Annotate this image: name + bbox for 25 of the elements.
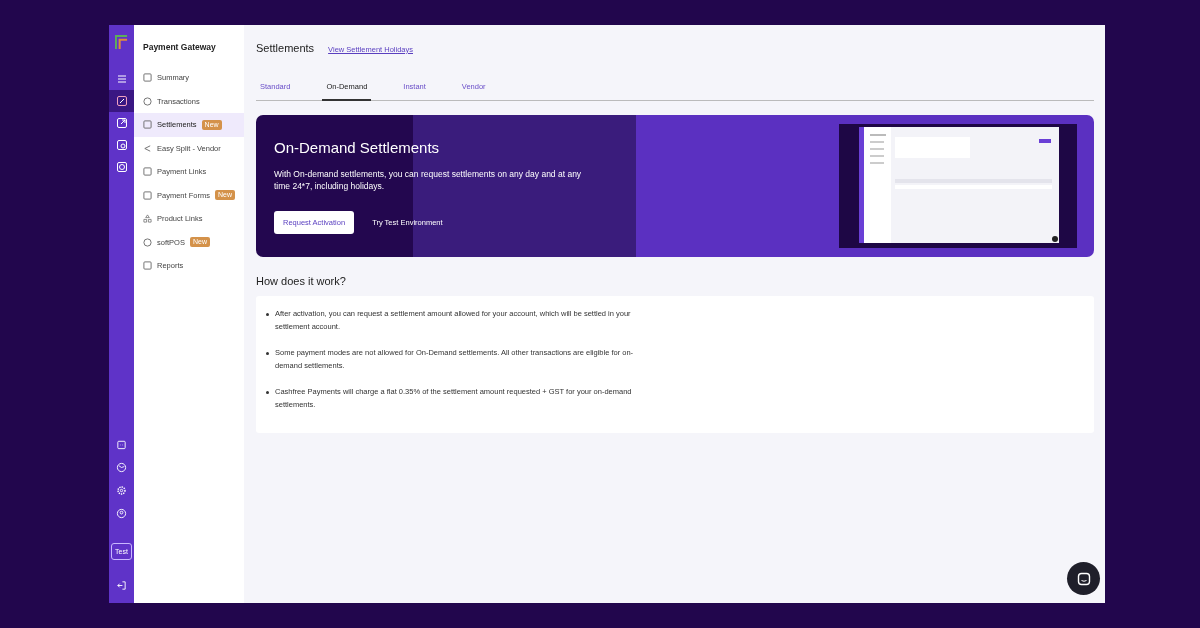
bullet-icon [266,352,269,355]
menu-item-icon [143,261,152,271]
bullet-icon [266,313,269,316]
chat-icon [1076,571,1091,586]
banner-text: With On-demand settlements, you can request settlements on any day and at any time 24*7, including holidays. [274,167,583,193]
nav-icon[interactable] [109,90,134,112]
menu-item-icon [143,214,152,224]
robot-icon[interactable] [116,439,127,450]
chat-button[interactable] [1067,562,1100,595]
sidebar-title: Payment Gateway [142,42,217,54]
menu-item-icon [143,143,152,153]
page-title: Settlements [256,42,315,54]
settings-icon[interactable] [116,485,127,496]
menu-item-icon [143,167,152,177]
menu-item-icon [143,73,152,83]
user-icon[interactable] [116,508,127,519]
menu-item-icon [143,120,152,130]
menu-item-icon [143,190,152,200]
menu-item-icon [143,237,152,247]
section-title: How does it work? [256,275,347,287]
logout-icon[interactable] [116,580,127,591]
logo-icon [115,35,128,50]
menu-item-icon [143,96,152,106]
bullet-icon [266,391,269,394]
banner-title: On-Demand Settlements [274,138,441,156]
